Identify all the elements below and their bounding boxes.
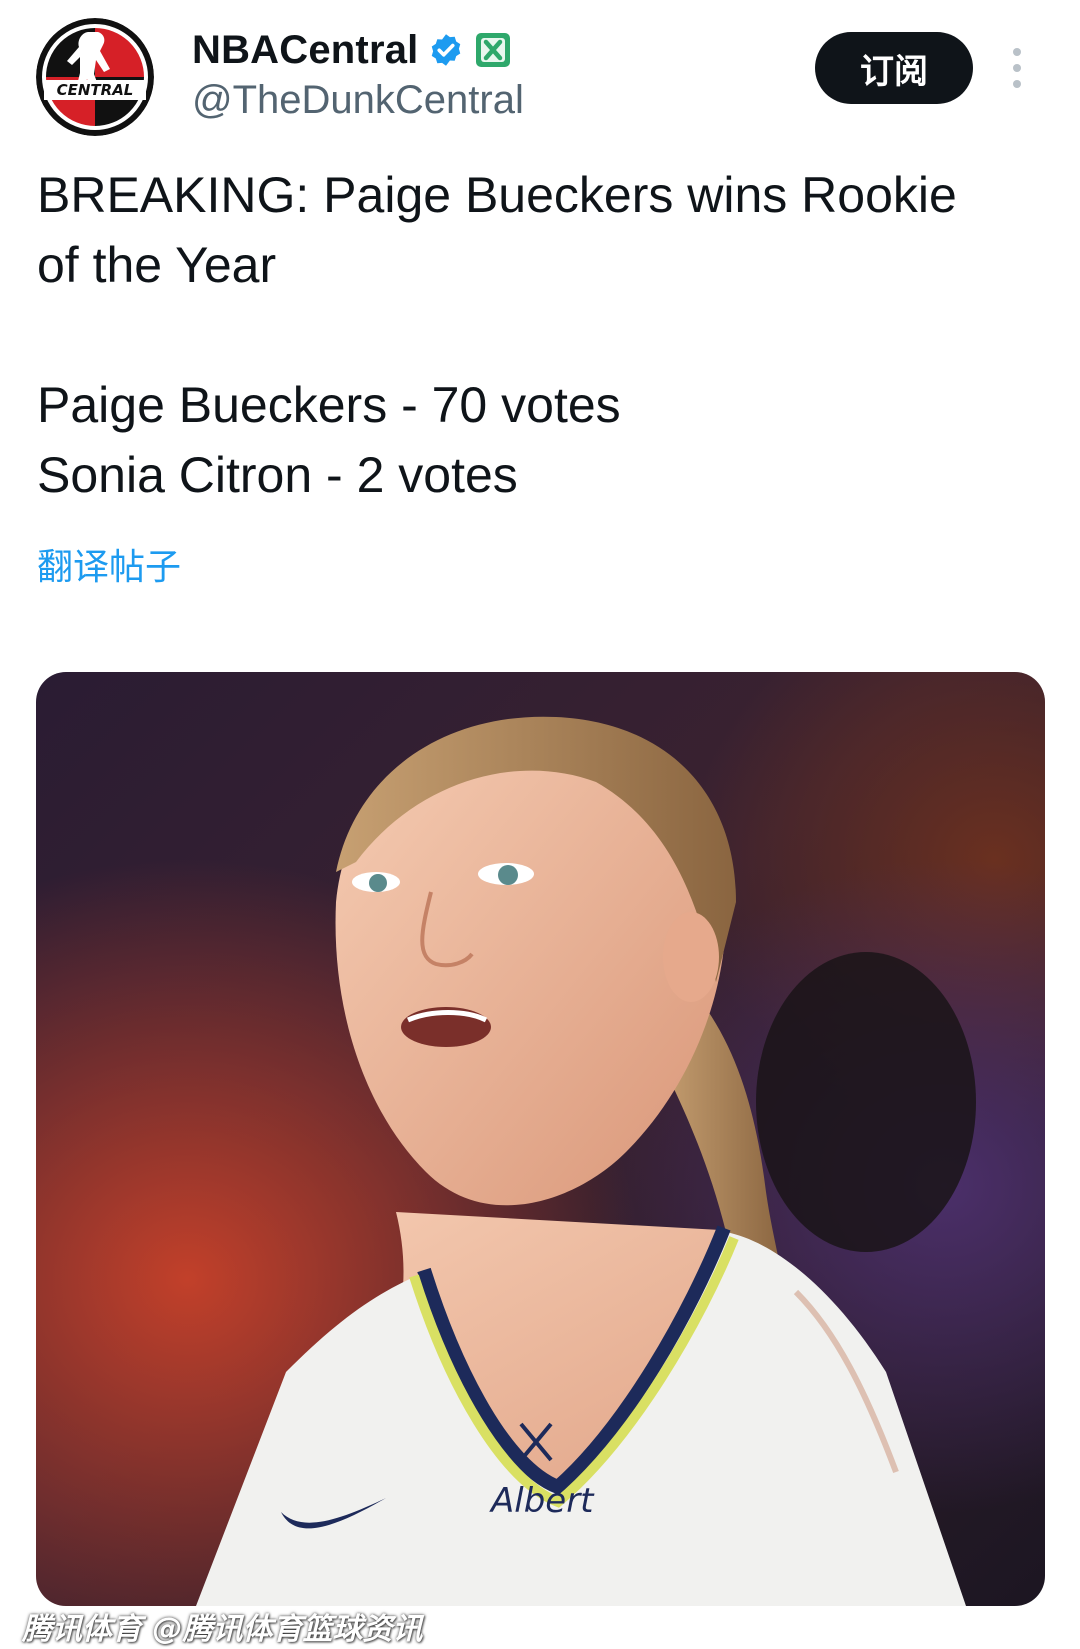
translate-post-link[interactable]: 翻译帖子: [37, 538, 181, 590]
more-vertical-icon[interactable]: [1003, 48, 1033, 88]
tweet-header: CENTRAL NBACentral @TheDunkCentral 订阅: [0, 0, 1080, 150]
subscribe-button[interactable]: 订阅: [815, 32, 973, 104]
watermark-text: 腾讯体育 @腾讯体育篮球资讯: [22, 1612, 423, 1647]
more-dot: [1013, 80, 1021, 88]
tweet-spacer: [37, 300, 1047, 370]
author-avatar[interactable]: CENTRAL: [36, 18, 154, 136]
verified-badge-icon: [428, 32, 464, 68]
more-dot: [1013, 64, 1021, 72]
jersey-sponsor-text: Albert: [489, 1481, 595, 1521]
x-affiliate-badge-icon: [474, 31, 512, 69]
author-display-name[interactable]: NBACentral: [192, 28, 418, 73]
author-handle[interactable]: @TheDunkCentral: [192, 78, 524, 123]
player-photo: Albert: [36, 672, 1045, 1606]
tweet-headline-line2: of the Year: [37, 237, 277, 293]
tweet-media-photo[interactable]: Albert: [36, 672, 1045, 1606]
tweet-headline-line1: BREAKING: Paige Bueckers wins Rookie: [37, 167, 957, 223]
more-dot: [1013, 48, 1021, 56]
tweet-text: BREAKING: Paige Bueckers wins Rookie of …: [37, 160, 1047, 510]
author-name-row: NBACentral: [192, 22, 512, 78]
avatar-logo: CENTRAL: [36, 18, 154, 136]
tweet-vote-line-2: Sonia Citron - 2 votes: [37, 447, 518, 503]
tweet-vote-line-1: Paige Bueckers - 70 votes: [37, 377, 621, 433]
avatar-logo-text: CENTRAL: [57, 81, 134, 99]
